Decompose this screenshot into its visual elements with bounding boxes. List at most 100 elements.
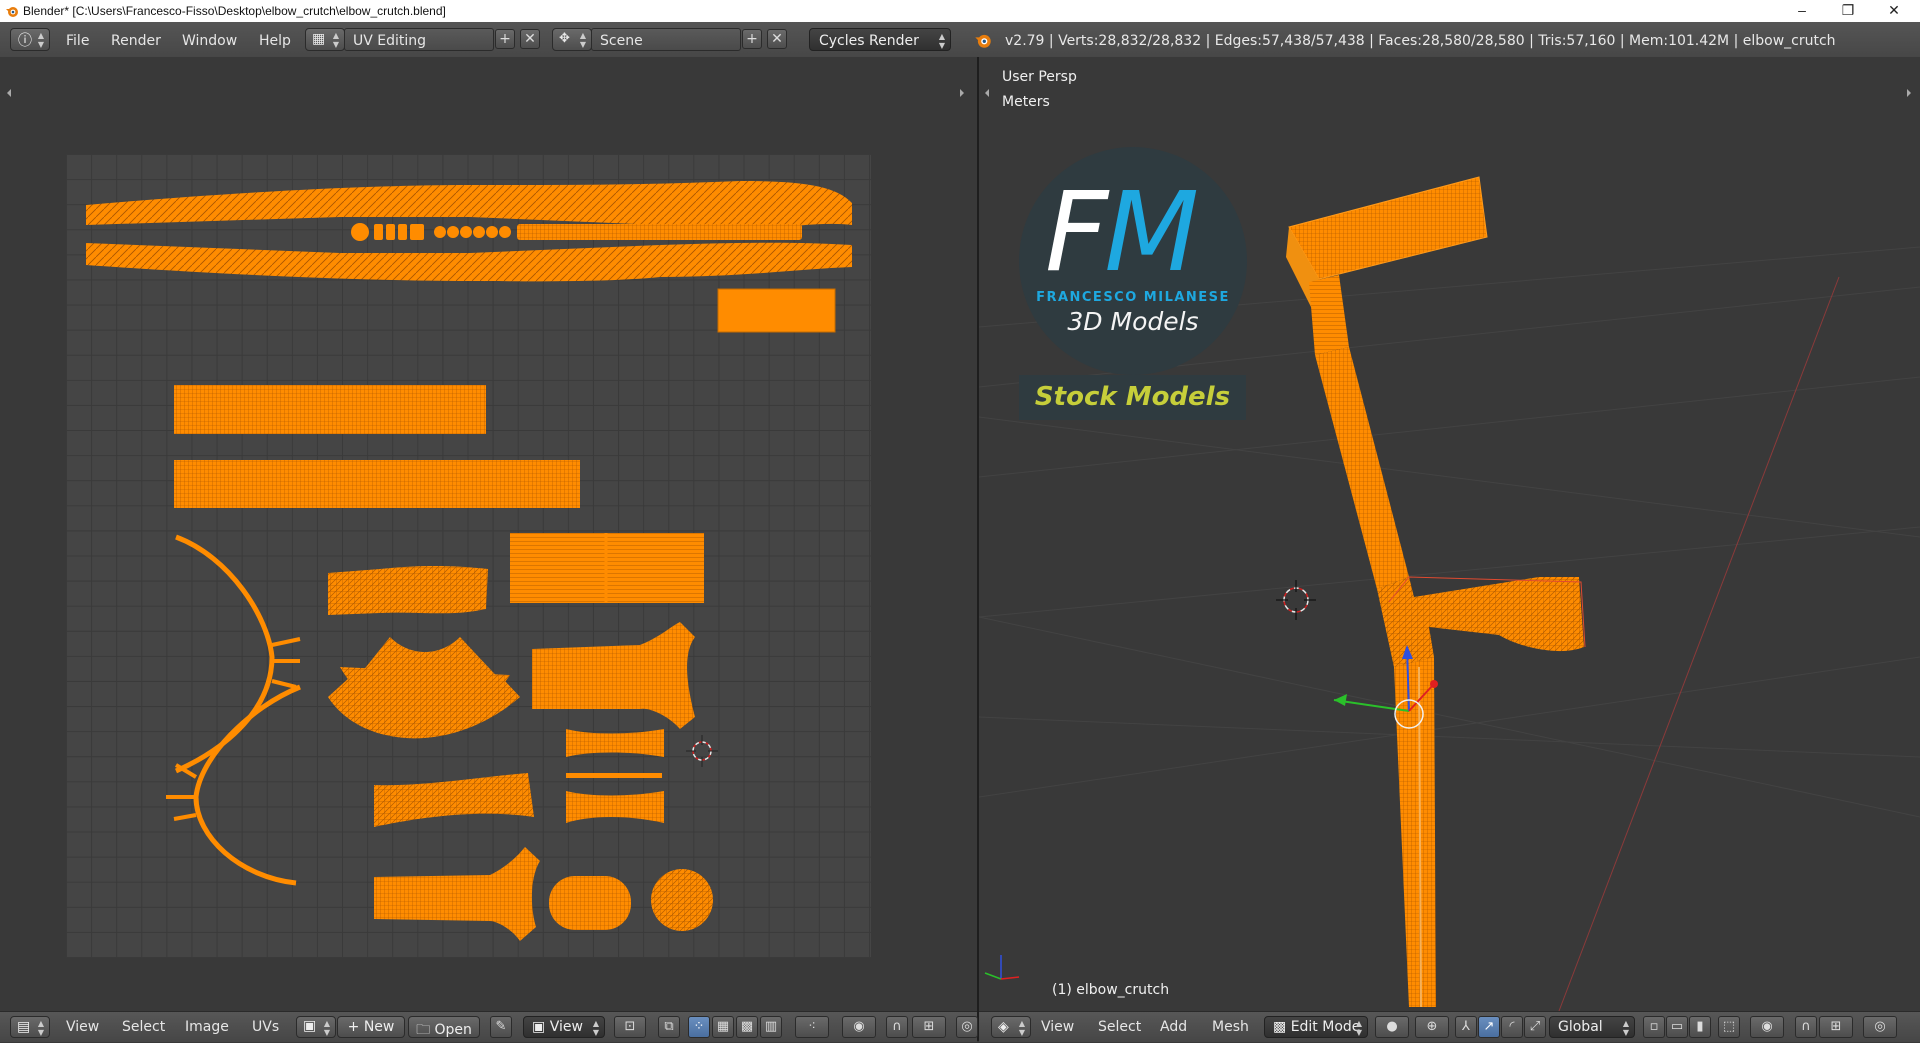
scale-manipulator-button[interactable]: ⤢	[1524, 1016, 1546, 1038]
viewport-menu-add[interactable]: Add	[1160, 1019, 1187, 1035]
vertex-select-button[interactable]: ▫	[1643, 1016, 1665, 1038]
render-preview-button[interactable]: ◎	[956, 1016, 978, 1038]
blender-logo-icon	[975, 34, 991, 48]
uv-island[interactable]	[549, 876, 631, 930]
close-window-button[interactable]: ✕	[1871, 0, 1917, 22]
uv-island[interactable]	[271, 637, 301, 689]
uv-menu-image[interactable]: Image	[185, 1019, 229, 1035]
uv-island[interactable]	[193, 684, 301, 886]
uv-island[interactable]	[717, 288, 836, 333]
restore-button[interactable]: ❐	[1825, 0, 1871, 22]
uv-island[interactable]	[651, 869, 713, 931]
uv-menu-select[interactable]: Select	[122, 1019, 165, 1035]
uv-island[interactable]	[566, 791, 664, 823]
rotate-manipulator-button[interactable]: ◜	[1501, 1016, 1523, 1038]
uv-island[interactable]	[174, 460, 580, 508]
uv-island[interactable]	[566, 729, 664, 757]
delete-layout-button[interactable]: ✕	[520, 29, 540, 49]
uv-island[interactable]	[374, 773, 534, 827]
snap-element-icon: ⊞	[1830, 1019, 1842, 1034]
translate-manipulator-button[interactable]: ↗	[1478, 1016, 1500, 1038]
scene-browse-button[interactable]: ✥ ▲ ▼	[552, 28, 592, 51]
snap-element-dropdown[interactable]: ⊞	[1819, 1016, 1853, 1038]
uv-island[interactable]	[86, 181, 852, 229]
snap-button[interactable]: ∩	[1795, 1016, 1817, 1038]
render-icon: ◎	[961, 1019, 973, 1034]
proportional-edit-button[interactable]: ◉	[842, 1016, 876, 1038]
transform-orientation-dropdown[interactable]: Global ▲ ▼	[1549, 1016, 1635, 1038]
menu-file[interactable]: File	[66, 33, 89, 49]
scene-field[interactable]: Scene	[591, 28, 741, 51]
viewport-menu-mesh[interactable]: Mesh	[1212, 1019, 1249, 1035]
x-axis-arrow-icon[interactable]	[1430, 680, 1438, 688]
delete-scene-button[interactable]: ✕	[767, 29, 787, 49]
manipulator-icon: ⅄	[1462, 1019, 1470, 1034]
open-image-button[interactable]: 🗀 Open	[408, 1016, 480, 1038]
uv-island[interactable]	[174, 534, 275, 774]
crutch-mesh[interactable]	[1286, 176, 1586, 1008]
menu-window[interactable]: Window	[182, 33, 237, 49]
uv-image-editor[interactable]	[0, 57, 977, 1011]
face-select-button[interactable]: ▩	[736, 1016, 758, 1038]
minimize-button[interactable]: –	[1779, 0, 1825, 22]
plus-icon: +	[499, 31, 511, 47]
y-axis-arrow-icon[interactable]	[1334, 694, 1347, 706]
open-image-label: Open	[434, 1022, 472, 1038]
uv-2d-cursor-icon[interactable]	[686, 735, 718, 767]
uv-view-mode-dropdown[interactable]: ▣ View ▲ ▼	[523, 1016, 605, 1038]
manipulator-toggle-button[interactable]: ⅄	[1455, 1016, 1477, 1038]
uv-island[interactable]	[174, 385, 486, 434]
image-browse-button[interactable]: ▣ ▲ ▼	[296, 1016, 336, 1038]
render-engine-dropdown[interactable]: Cycles Render ▲ ▼	[809, 28, 951, 51]
viewport-editor-type-button[interactable]: ◈ ▲ ▼	[991, 1016, 1031, 1038]
limit-selection-button[interactable]: ⬚	[1718, 1016, 1740, 1038]
pivot-point-button[interactable]: ⊡	[614, 1016, 646, 1038]
edge-select-button[interactable]: ▦	[712, 1016, 734, 1038]
image-icon: ▣	[303, 1018, 317, 1034]
3d-cursor-icon[interactable]	[1276, 580, 1316, 620]
screen-layout-browse-button[interactable]: ▦ ▲ ▼	[305, 28, 345, 51]
cube-icon: ◈	[998, 1019, 1009, 1035]
uv-island[interactable]	[566, 773, 662, 778]
screen-layout-field[interactable]: UV Editing	[344, 28, 494, 51]
viewport-menu-view[interactable]: View	[1041, 1019, 1074, 1035]
viewport-menu-select[interactable]: Select	[1098, 1019, 1141, 1035]
new-image-button[interactable]: + New	[337, 1016, 405, 1038]
rotate-icon: ◜	[1509, 1019, 1515, 1034]
edge-select-button[interactable]: ▭	[1666, 1016, 1688, 1038]
render-preview-button[interactable]: ◎	[1863, 1016, 1897, 1038]
uv-island[interactable]	[532, 622, 695, 729]
pin-image-button[interactable]: ✎	[490, 1016, 512, 1038]
interaction-mode-dropdown[interactable]: ▩ Edit Mode ▲ ▼	[1264, 1016, 1368, 1038]
uv-island[interactable]	[374, 847, 540, 941]
island-select-button[interactable]: ▥	[760, 1016, 782, 1038]
layout-grid-icon: ▦	[312, 31, 326, 47]
uv-sync-button[interactable]: ⧉	[658, 1016, 680, 1038]
uv-menu-view[interactable]: View	[66, 1019, 99, 1035]
face-select-button[interactable]: ▮	[1689, 1016, 1711, 1038]
snap-button[interactable]: ∩	[886, 1016, 908, 1038]
add-layout-button[interactable]: +	[495, 29, 515, 49]
uv-editor-type-button[interactable]: ▤ ▲ ▼	[10, 1016, 50, 1038]
uv-island[interactable]	[351, 223, 802, 241]
uv-island[interactable]	[328, 566, 488, 615]
snap-element-dropdown[interactable]: ⊞	[912, 1016, 946, 1038]
menu-render[interactable]: Render	[111, 33, 161, 49]
image-icon: ▣	[532, 1019, 550, 1035]
uv-island[interactable]	[166, 763, 198, 821]
proportional-edit-button[interactable]: ◉	[1750, 1016, 1784, 1038]
add-scene-button[interactable]: +	[742, 29, 762, 49]
info-icon: ⓘ	[18, 33, 32, 49]
shading-mode-dropdown[interactable]: ●	[1375, 1016, 1409, 1038]
sticky-select-dropdown[interactable]: ⁖	[795, 1016, 829, 1038]
sticky-select-icon: ⁖	[808, 1019, 816, 1034]
editor-type-button[interactable]: ⓘ ▲ ▼	[10, 28, 50, 51]
uv-islands[interactable]	[0, 57, 977, 1011]
uv-island[interactable]	[86, 242, 852, 282]
face-select-icon: ▮	[1696, 1019, 1704, 1034]
pivot-point-dropdown[interactable]: ⊕	[1415, 1016, 1449, 1038]
menu-help[interactable]: Help	[259, 33, 291, 49]
info-header: ⓘ ▲ ▼ File Render Window Help ▦ ▲ ▼ UV Edi…	[0, 22, 1920, 58]
vertex-select-button[interactable]: ⁘	[688, 1016, 710, 1038]
uv-menu-uvs[interactable]: UVs	[252, 1019, 279, 1035]
